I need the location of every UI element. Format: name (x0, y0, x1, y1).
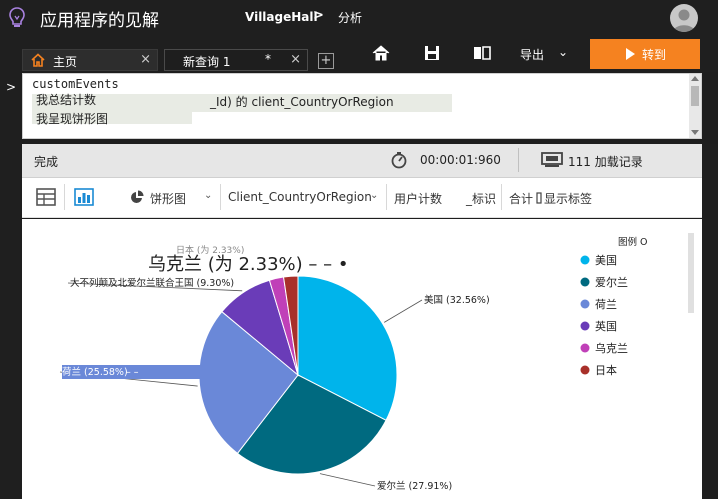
column-chevron-down-icon[interactable]: ⌄ (370, 190, 378, 201)
pie-chart-icon (131, 190, 144, 203)
scroll-thumb[interactable] (691, 86, 699, 106)
legend-item[interactable]: 日本 (595, 363, 617, 377)
editor-line-1: customEvents (32, 77, 119, 91)
tab-new-query-close-icon[interactable]: × (290, 52, 301, 67)
unsaved-indicator: * (265, 52, 271, 66)
breadcrumb-resource[interactable]: VillageHall (245, 10, 318, 24)
app-window: 应用程序的见解 VillageHall > 分析 主页 × 新查询 1 * × … (0, 0, 718, 499)
elapsed-time: 00:00:01:960 (420, 153, 501, 167)
breadcrumb-page[interactable]: 分析 (338, 9, 362, 26)
sidebar-expand-chevron-icon[interactable]: > (6, 80, 16, 94)
legend-marker (580, 321, 590, 331)
user-icon (673, 9, 695, 32)
legend-item[interactable]: 荷兰 (595, 298, 617, 311)
home-toolbar-icon[interactable] (371, 43, 391, 63)
sum-field[interactable]: 合计 (509, 190, 533, 207)
show-labels-toggle[interactable]: 显示标签 (544, 190, 592, 207)
lightbulb-icon (9, 7, 25, 27)
editor-line-2-end: _Id) 的 client_CountryOrRegion (210, 95, 394, 109)
avatar[interactable] (670, 4, 698, 32)
legend-marker (580, 299, 590, 309)
label-leader-line (384, 299, 423, 323)
run-button-label: 转到 (642, 48, 667, 62)
data-label-dash: – – (126, 367, 139, 378)
scroll-up-icon[interactable] (691, 76, 699, 81)
divider (518, 148, 519, 172)
app-title: 应用程序的见解 (40, 11, 159, 31)
editor-line-2-start: 我总结计数 (36, 93, 97, 107)
legend-title: 图例 O (618, 236, 648, 248)
run-button[interactable]: 转到 (590, 39, 700, 69)
results-status-bar: 完成 00:00:01:960 111 加载记录 (22, 144, 702, 178)
legend-item[interactable]: 乌克兰 (595, 341, 628, 355)
legend-item[interactable]: 美国 (595, 254, 617, 267)
export-button[interactable]: 导出 (520, 46, 544, 63)
legend-marker (580, 365, 590, 375)
chart-tooltip: 乌克兰 (为 2.33%) – – • (148, 254, 348, 275)
legend-item[interactable]: 爱尔兰 (595, 276, 628, 289)
data-label: 荷兰 (25.58%) (62, 366, 128, 378)
data-label: 日本 (为 2.33%) (176, 244, 244, 256)
aggregate-field[interactable]: 用户计数 (394, 190, 442, 207)
editor-line-3: 我呈现饼形图 (36, 112, 109, 126)
tab-home[interactable]: 主页 × (22, 49, 158, 71)
tab-bar: 主页 × 新查询 1 * × + 导出 ⌄ 转到 (0, 36, 718, 72)
chart-type-select[interactable]: 饼形图 (150, 190, 186, 207)
divider (220, 184, 221, 210)
results-toolbar: 饼形图 ⌄ Client_CountryOrRegion ⌄ 用户计数 _标识 … (22, 178, 702, 218)
title-bar: 应用程序的见解 VillageHall > 分析 (0, 0, 718, 36)
play-icon (626, 48, 635, 60)
tab-new-query-label: 新查询 1 (183, 55, 231, 69)
column-select[interactable]: Client_CountryOrRegion (228, 190, 372, 204)
legend-marker (580, 255, 590, 265)
table-view-icon[interactable] (36, 188, 56, 206)
save-icon[interactable] (422, 43, 442, 63)
tab-new-query[interactable]: 新查询 1 * × (164, 49, 308, 71)
query-status: 完成 (34, 155, 59, 169)
pie-chart: 美国 (32.56%) 爱尔兰 (27.91%) 荷兰 (25.58%) 大不列颠及北… (59, 233, 694, 492)
scroll-down-icon[interactable] (691, 130, 699, 135)
stopwatch-icon (391, 152, 407, 169)
export-chevron-down-icon[interactable]: ⌄ (558, 45, 568, 59)
tab-home-label: 主页 (53, 55, 78, 69)
id-field[interactable]: _标识 (466, 190, 496, 207)
divider (386, 184, 387, 210)
label-leader-line (319, 473, 376, 487)
tab-home-close-icon[interactable]: × (140, 52, 151, 67)
records-loaded: 111 加载记录 (568, 155, 643, 169)
chart-type-chevron-down-icon[interactable]: ⌄ (204, 190, 212, 201)
results-scrollbar[interactable] (702, 144, 718, 499)
breadcrumb-separator: > (313, 8, 324, 23)
home-icon (31, 53, 45, 67)
records-icon (541, 152, 563, 167)
divider (501, 184, 502, 210)
chart-area: 美国 (32.56%) 爱尔兰 (27.91%) 荷兰 (25.58%) 大不列颠及北… (22, 219, 702, 499)
query-editor[interactable]: customEvents 我总结计数 _Id) 的 client_Country… (22, 73, 702, 139)
data-label: 大不列颠及北爱尔兰联合王国 (9.30%) (70, 277, 234, 289)
editor-scrollbar[interactable] (689, 74, 701, 138)
divider (64, 184, 65, 210)
data-label: 美国 (32.56%) (424, 294, 490, 306)
chart-view-icon[interactable] (74, 188, 94, 206)
data-label: 爱尔兰 (27.91%) (377, 480, 452, 492)
open-book-icon[interactable] (472, 43, 492, 63)
left-sidebar (0, 72, 20, 499)
checkbox-icon[interactable] (536, 192, 542, 204)
legend-marker (580, 343, 590, 353)
legend-marker (580, 277, 590, 287)
new-tab-button[interactable]: + (318, 53, 334, 69)
legend-item[interactable]: 英国 (595, 319, 617, 333)
legend-scrollbar (688, 233, 694, 313)
